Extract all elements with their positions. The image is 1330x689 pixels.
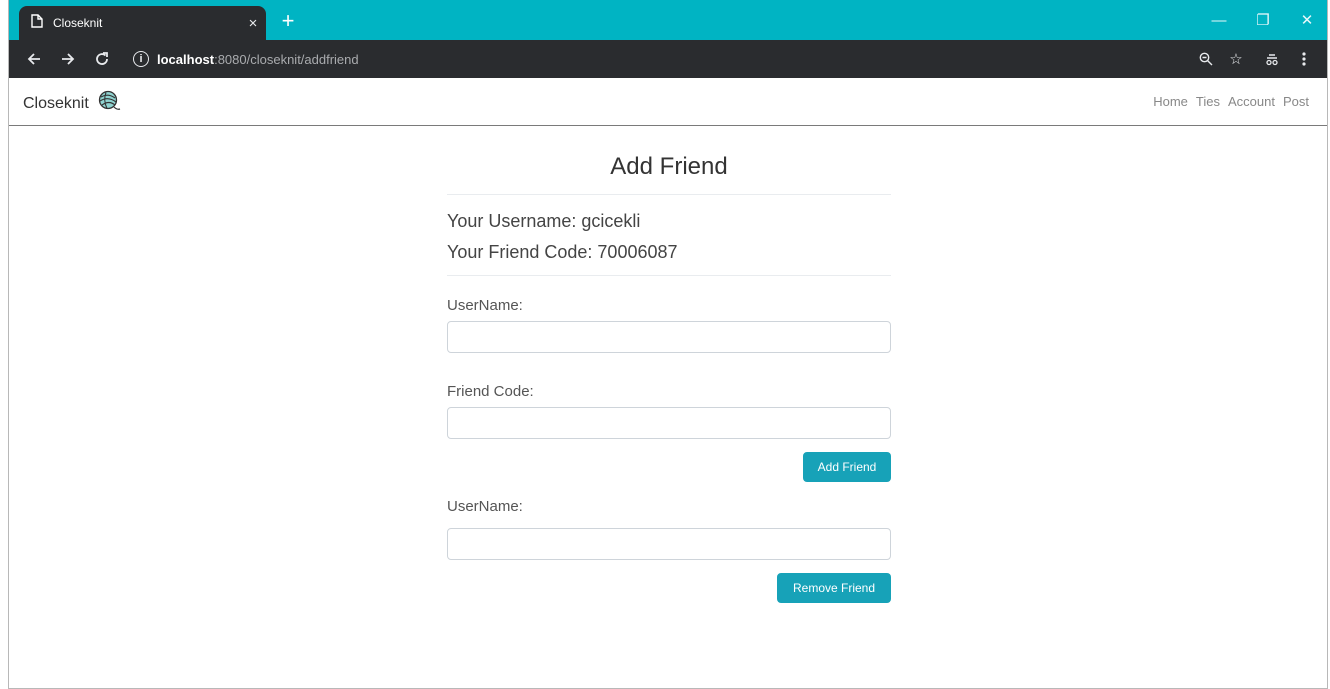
- your-username: Your Username: gcicekli: [447, 211, 641, 231]
- nav-ties[interactable]: Ties: [1196, 94, 1220, 109]
- forward-icon[interactable]: [55, 40, 81, 78]
- browser-window: Closeknit × + — ❐ ✕ i localhost:8080/clo…: [8, 0, 1328, 689]
- new-tab-button[interactable]: +: [275, 8, 301, 34]
- remove-username-input[interactable]: [447, 528, 891, 560]
- minimize-icon[interactable]: —: [1197, 0, 1241, 40]
- tab-bar: Closeknit × + — ❐ ✕: [9, 0, 1327, 40]
- divider: [447, 194, 891, 195]
- your-friend-code: Your Friend Code: 70006087: [447, 242, 678, 262]
- browser-toolbar: i localhost:8080/closeknit/addfriend ☆: [9, 40, 1327, 78]
- page-title: Add Friend: [610, 153, 728, 180]
- close-tab-icon[interactable]: ×: [240, 15, 266, 32]
- tab-closeknit[interactable]: Closeknit ×: [19, 6, 266, 40]
- incognito-icon[interactable]: [1259, 40, 1285, 78]
- nav-account[interactable]: Account: [1228, 94, 1275, 109]
- yarn-ball-icon: [97, 90, 121, 117]
- brand-link[interactable]: Closeknit: [23, 90, 121, 117]
- nav-home[interactable]: Home: [1153, 94, 1188, 109]
- divider: [447, 275, 891, 276]
- back-icon[interactable]: [21, 40, 47, 78]
- brand-name: Closeknit: [23, 94, 89, 112]
- remove-friend-button[interactable]: Remove Friend: [777, 573, 891, 603]
- menu-kebab-icon[interactable]: [1291, 40, 1317, 78]
- reload-icon[interactable]: [89, 40, 115, 78]
- zoom-icon[interactable]: [1193, 40, 1219, 78]
- add-friend-button[interactable]: Add Friend: [803, 452, 891, 482]
- add-username-label: UserName:: [447, 297, 523, 314]
- bookmark-star-icon[interactable]: ☆: [1223, 40, 1249, 78]
- site-info-icon[interactable]: i: [133, 51, 149, 67]
- friend-code-label: Friend Code:: [447, 383, 534, 400]
- add-username-input[interactable]: [447, 321, 891, 353]
- url-host: localhost: [157, 51, 215, 67]
- close-window-icon[interactable]: ✕: [1285, 0, 1327, 40]
- app-navbar: Closeknit Home Ties Account Post: [9, 78, 1327, 126]
- remove-username-label: UserName:: [447, 498, 523, 515]
- friend-code-input[interactable]: [447, 407, 891, 439]
- address-bar[interactable]: i localhost:8080/closeknit/addfriend: [123, 45, 1253, 73]
- nav-links: Home Ties Account Post: [1153, 94, 1309, 109]
- nav-post[interactable]: Post: [1283, 94, 1309, 109]
- tab-title: Closeknit: [53, 16, 103, 30]
- page-icon: [31, 13, 43, 33]
- url-path: :8080/closeknit/addfriend: [214, 51, 359, 67]
- restore-icon[interactable]: ❐: [1241, 0, 1285, 40]
